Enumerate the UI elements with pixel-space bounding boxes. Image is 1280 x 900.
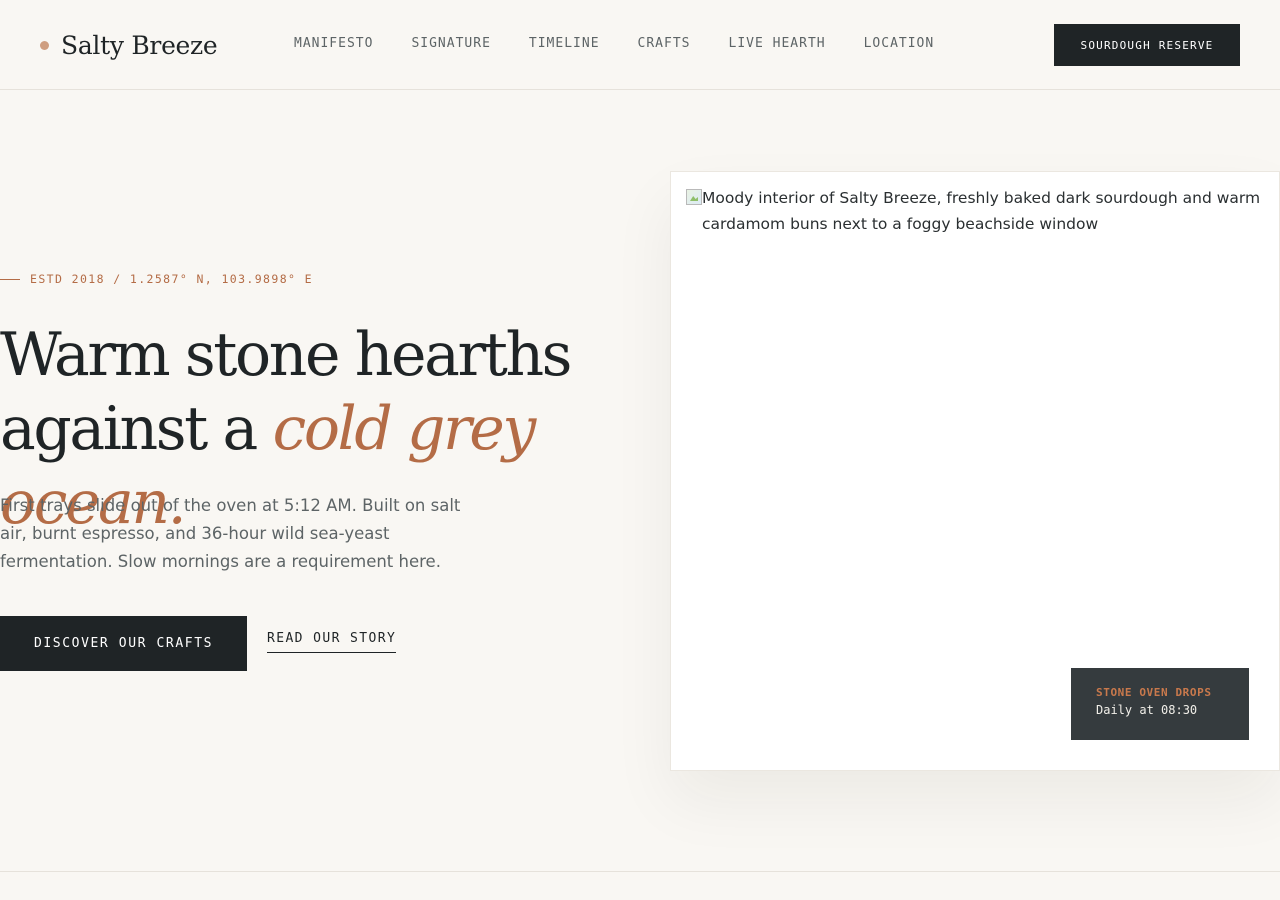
- read-story-link[interactable]: READ OUR STORY: [267, 631, 397, 653]
- hero-eyebrow: ESTD 2018 / 1.2587° N, 103.9898° E: [0, 272, 313, 286]
- nav-item-signature[interactable]: SIGNATURE: [411, 35, 490, 53]
- hero-image: Moody interior of Salty Breeze, freshly …: [686, 187, 1266, 237]
- brand-name: Salty Breeze: [61, 30, 218, 60]
- headline-line-2-prefix: against a: [0, 394, 273, 464]
- eyebrow-text: ESTD 2018 / 1.2587° N, 103.9898° E: [30, 272, 314, 286]
- oven-badge-title: STONE OVEN DROPS: [1096, 686, 1212, 699]
- nav-item-timeline[interactable]: TIMELINE: [529, 35, 600, 53]
- oven-drops-badge: STONE OVEN DROPS Daily at 08:30: [1071, 668, 1249, 740]
- headline-line-1: Warm stone hearths: [0, 320, 572, 390]
- section-divider: [0, 871, 1280, 872]
- oven-badge-subtitle: Daily at 08:30: [1096, 703, 1198, 717]
- broken-image-icon: [686, 189, 702, 205]
- nav-item-manifesto[interactable]: MANIFESTO: [294, 35, 373, 53]
- brand-logo-link[interactable]: Salty Breeze: [40, 28, 218, 62]
- discover-crafts-button[interactable]: DISCOVER OUR CRAFTS: [0, 616, 247, 671]
- eyebrow-rule: [0, 278, 20, 280]
- nav-item-location[interactable]: LOCATION: [864, 35, 935, 53]
- nav-item-live-hearth[interactable]: LIVE HEARTH: [729, 35, 826, 53]
- site-header: Salty Breeze MANIFESTO SIGNATURE TIMELIN…: [0, 0, 1280, 90]
- sourdough-reserve-button[interactable]: SOURDOUGH RESERVE: [1054, 24, 1240, 66]
- hero-image-card: Moody interior of Salty Breeze, freshly …: [670, 171, 1280, 771]
- main-nav: MANIFESTO SIGNATURE TIMELINE CRAFTS LIVE…: [294, 35, 934, 53]
- hero-image-alt-text: Moody interior of Salty Breeze, freshly …: [702, 189, 1261, 233]
- brand-dot-icon: [40, 40, 49, 50]
- nav-item-crafts[interactable]: CRAFTS: [638, 35, 691, 53]
- hero-lede: First trays slide out of the oven at 5:1…: [0, 496, 461, 571]
